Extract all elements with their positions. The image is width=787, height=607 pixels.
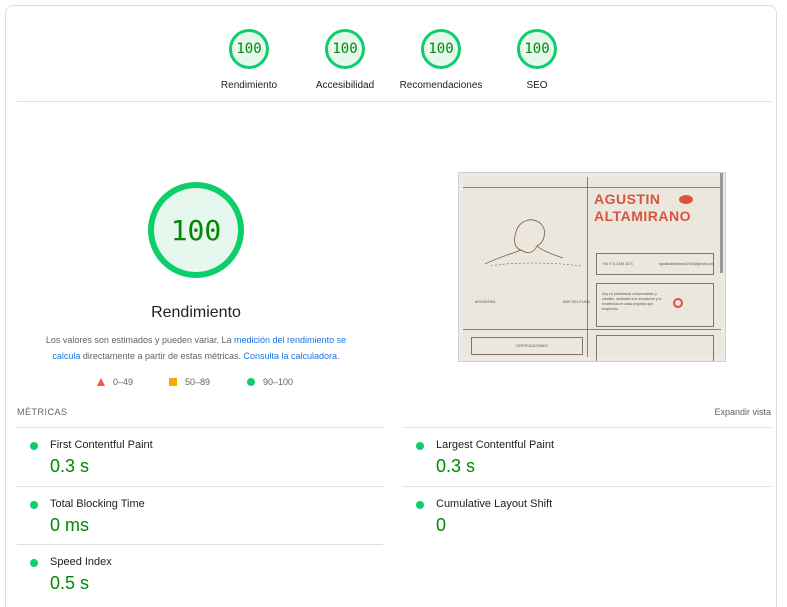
name-line: AGUSTIN [594, 191, 661, 207]
metric-value: 0 ms [50, 515, 90, 535]
metric-row: Total Blocking Time 0 ms [17, 486, 383, 544]
score-legend: 0–49 50–89 90–100 [91, 377, 331, 391]
calculator-link[interactable]: Consulta la calculadora [244, 351, 338, 361]
desc-text: . [337, 351, 340, 361]
metrics-title: MÉTRICAS [17, 407, 68, 417]
pass-icon [416, 442, 424, 450]
report-card: 100 Rendimiento 100 Accesibilidad 100 Re… [5, 5, 777, 607]
preview-cert: CERTIFICACIONES [516, 344, 548, 348]
preview-country: ARGENTINA [475, 300, 496, 304]
preview-name: AGUSTIN ALTAMIRANO [594, 191, 691, 225]
triangle-icon [97, 378, 105, 386]
metric-name: Total Blocking Time [50, 498, 145, 510]
legend-label: 50–89 [185, 377, 211, 387]
gauge-label: SEO [526, 80, 548, 91]
metric-name: Cumulative Layout Shift [436, 498, 553, 510]
circle-icon [247, 378, 255, 386]
metric-row: First Contentful Paint 0.3 s [17, 427, 383, 485]
pass-icon [416, 501, 424, 509]
scrollbar [720, 173, 723, 273]
name-line: ALTAMIRANO [594, 208, 692, 224]
desc-text: Los valores son estimados y pueden varia… [45, 335, 235, 345]
metric-row: Cumulative Layout Shift 0 [403, 486, 771, 544]
score-ring: 100 [325, 29, 365, 69]
preview-phone: +54 9 11 3245 3471 [602, 262, 633, 266]
gauge-seo[interactable]: 100 SEO [477, 29, 597, 91]
legend-average: 50–89 [169, 377, 210, 387]
cert-box: CERTIFICACIONES [471, 337, 583, 355]
metrics-header: MÉTRICAS Expandir vista [17, 407, 771, 421]
card-box [596, 335, 714, 361]
pass-icon [30, 559, 38, 567]
preview-city: MAR DEL PLATA [563, 300, 590, 304]
performance-title: Rendimiento [151, 304, 241, 321]
rule [463, 187, 721, 188]
legend-label: 90–100 [263, 377, 294, 387]
square-icon [169, 378, 177, 386]
metric-row: Speed Index 0.5 s [17, 544, 383, 602]
pass-icon [30, 501, 38, 509]
metric-row: Largest Contentful Paint 0.3 s [403, 427, 771, 485]
contact-box: +54 9 11 3245 3471 agustinaltamirano2003… [596, 253, 714, 275]
metric-name: Largest Contentful Paint [436, 439, 555, 451]
pass-icon [30, 442, 38, 450]
rule [463, 329, 721, 330]
metric-name: Speed Index [50, 556, 112, 568]
legend-fail: 0–49 [97, 377, 133, 387]
legend-pass: 90–100 [247, 377, 293, 387]
score-ring: 100 [517, 29, 557, 69]
legend-label: 0–49 [113, 377, 134, 387]
performance-description: Los valores son estimados y pueden varia… [31, 332, 361, 364]
metric-name: First Contentful Paint [50, 439, 153, 451]
spiral-icon [673, 298, 683, 308]
metric-value: 0.5 s [50, 573, 90, 593]
metric-value: 0.3 s [436, 456, 476, 476]
desc-text: directamente a partir de estas métricas. [80, 351, 244, 361]
eye-icon [679, 195, 693, 204]
screenshot-content: AGUSTIN ALTAMIRANO +54 9 11 3245 3471 ag… [463, 177, 721, 361]
expand-view-button[interactable]: Expandir vista [714, 407, 771, 417]
divider [17, 101, 771, 102]
performance-score-gauge: 100 [148, 182, 244, 278]
metric-value: 0 [436, 515, 447, 535]
score-gauges: 100 Rendimiento 100 Accesibilidad 100 Re… [6, 29, 778, 99]
bio-box: Soy un profesional comprometido y creati… [596, 283, 714, 327]
portrait-sketch [484, 219, 582, 267]
preview-bio: Soy un profesional comprometido y creati… [602, 292, 662, 311]
score-ring: 100 [229, 29, 269, 69]
preview-email: agustinaltamirano2003@gmail.com [659, 262, 714, 266]
metric-value: 0.3 s [50, 456, 90, 476]
score-ring: 100 [421, 29, 461, 69]
page-screenshot-thumbnail[interactable]: AGUSTIN ALTAMIRANO +54 9 11 3245 3471 ag… [458, 172, 726, 362]
